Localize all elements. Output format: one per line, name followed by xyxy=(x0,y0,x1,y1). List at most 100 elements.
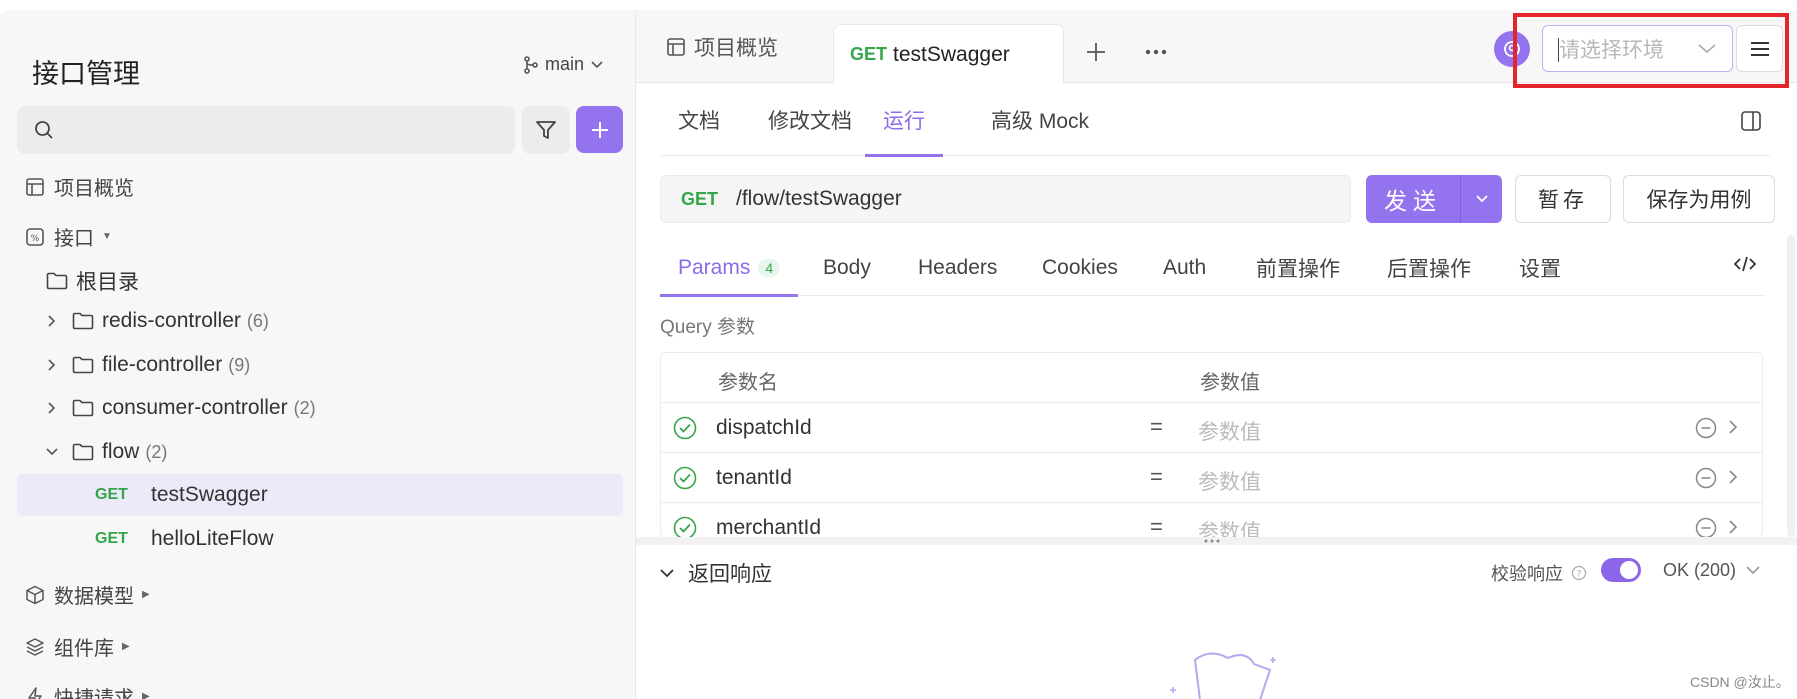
resize-handle[interactable] xyxy=(636,537,1797,545)
tree-folder[interactable]: redis-controller (6) xyxy=(42,309,269,333)
nav-label: 快捷请求 xyxy=(54,688,134,699)
cube-icon xyxy=(22,585,48,605)
caret-right-icon: ▶ xyxy=(122,641,130,652)
tab-body[interactable]: Body xyxy=(823,240,871,296)
branch-selector[interactable]: main xyxy=(524,54,603,75)
equals-sign: = xyxy=(1150,514,1163,538)
equals-sign: = xyxy=(1150,464,1163,489)
tab-label: testSwagger xyxy=(893,42,1010,66)
api-name: testSwagger xyxy=(151,483,268,506)
status-label: OK (200) xyxy=(1663,560,1737,580)
save-temp-button[interactable]: 暂存 xyxy=(1515,175,1611,223)
help-icon: ? xyxy=(1571,565,1587,581)
nav-data-models[interactable]: 数据模型 ▶ xyxy=(22,580,150,609)
check-circle-icon[interactable] xyxy=(673,466,697,496)
send-options-button[interactable] xyxy=(1460,175,1502,223)
search-input[interactable] xyxy=(17,106,515,154)
tree-folder[interactable]: consumer-controller (2) xyxy=(42,396,316,420)
tab-params[interactable]: Params 4 xyxy=(659,240,799,297)
plus-icon xyxy=(1087,43,1105,61)
svg-text:?: ? xyxy=(1577,570,1582,580)
save-as-case-button[interactable]: 保存为用例 xyxy=(1623,175,1775,223)
verify-toggle[interactable] xyxy=(1601,558,1641,582)
table-row: merchantId = 参数值 xyxy=(661,503,1762,538)
column-header-name: 参数名 xyxy=(718,372,778,394)
search-icon xyxy=(35,121,53,139)
nav-quick-requests[interactable]: 快捷请求 ▶ xyxy=(22,682,150,699)
chevron-down-icon xyxy=(1475,195,1488,203)
subtab-edit-doc[interactable]: 修改文档 xyxy=(768,84,852,156)
remove-circle-icon[interactable] xyxy=(1695,467,1717,495)
request-tabs: Params 4 Body Headers Cookies Auth 前置操作 … xyxy=(659,240,1765,297)
api-item-helloliteflow[interactable]: GET helloLiteFlow xyxy=(17,518,623,560)
toggle-panel-button[interactable] xyxy=(1740,110,1762,137)
more-tabs-button[interactable] xyxy=(1140,38,1172,66)
subtab-advanced-mock[interactable]: 高级 Mock xyxy=(991,84,1089,156)
add-button[interactable] xyxy=(576,106,623,153)
tab-settings[interactable]: 设置 xyxy=(1519,240,1561,296)
tab-project-overview[interactable]: 项目概览 xyxy=(666,10,778,83)
tab-auth[interactable]: Auth xyxy=(1163,240,1206,296)
response-header: 返回响应 校验响应 ? OK (200) xyxy=(660,550,1770,592)
param-value-input[interactable]: 参数值 xyxy=(1198,416,1261,446)
tab-pre-processors[interactable]: 前置操作 xyxy=(1256,240,1340,296)
remove-circle-icon[interactable] xyxy=(1695,517,1717,537)
nav-interfaces[interactable]: % 接口 ▼ xyxy=(22,222,112,251)
nav-label: 数据模型 xyxy=(54,586,134,608)
tree-label: 根目录 xyxy=(76,271,139,294)
column-header-value: 参数值 xyxy=(1200,372,1260,394)
doc-subtabs: 文档 修改文档 运行 高级 Mock xyxy=(660,84,1770,157)
empty-state-illustration xyxy=(1150,650,1320,699)
tab-cookies[interactable]: Cookies xyxy=(1042,240,1118,296)
param-name[interactable]: dispatchId xyxy=(716,416,812,440)
highlight-annotation-box xyxy=(1513,13,1789,88)
param-value-input[interactable]: 参数值 xyxy=(1198,466,1261,496)
caret-right-icon: ▶ xyxy=(142,691,150,699)
subtab-doc[interactable]: 文档 xyxy=(678,84,720,156)
lightning-icon xyxy=(22,686,48,699)
tab-post-processors[interactable]: 后置操作 xyxy=(1387,240,1471,296)
chevron-down-icon xyxy=(591,60,603,68)
param-value-input[interactable]: 参数值 xyxy=(1198,516,1261,537)
verify-label: 校验响应 xyxy=(1491,564,1563,584)
response-collapse-toggle[interactable]: 返回响应 xyxy=(660,558,772,588)
branch-name: main xyxy=(545,54,585,74)
subtab-run[interactable]: 运行 xyxy=(865,84,943,157)
response-status-select[interactable]: OK (200) xyxy=(1663,560,1760,581)
remove-circle-icon[interactable] xyxy=(1695,417,1717,445)
method-badge: GET xyxy=(95,486,128,503)
caret-right-icon: ▶ xyxy=(142,589,150,600)
tree-label: consumer-controller xyxy=(102,396,288,419)
chevron-right-icon[interactable] xyxy=(1728,417,1738,441)
chevron-down-icon xyxy=(42,448,62,456)
tab-label: 项目概览 xyxy=(694,36,778,60)
chevron-right-icon[interactable] xyxy=(1728,517,1738,537)
nav-label: 项目概览 xyxy=(54,178,134,200)
tree-folder[interactable]: file-controller (9) xyxy=(42,353,250,377)
new-tab-button[interactable] xyxy=(1082,38,1110,66)
tab-testswagger[interactable]: GET testSwagger xyxy=(833,24,1064,84)
tree-folder-expanded[interactable]: flow (2) xyxy=(42,440,167,464)
layout-icon xyxy=(22,177,48,197)
send-button[interactable]: 发送 xyxy=(1366,175,1460,223)
chevron-down-icon xyxy=(1746,566,1760,575)
check-circle-icon[interactable] xyxy=(673,416,697,446)
chevron-right-icon[interactable] xyxy=(1728,467,1738,491)
folder-icon xyxy=(72,312,94,330)
api-item-testswagger[interactable]: GET testSwagger xyxy=(17,474,623,516)
method-badge: GET xyxy=(95,530,128,547)
scrollbar[interactable] xyxy=(1787,235,1795,537)
chevron-down-icon xyxy=(660,568,674,577)
folder-icon xyxy=(46,272,68,290)
param-name[interactable]: merchantId xyxy=(716,516,821,537)
tree-root-folder[interactable]: 根目录 xyxy=(46,266,139,296)
url-input[interactable]: GET /flow/testSwagger xyxy=(660,175,1351,223)
check-circle-icon[interactable] xyxy=(673,516,697,537)
nav-project-overview[interactable]: 项目概览 xyxy=(22,172,134,201)
filter-button[interactable] xyxy=(522,106,570,154)
param-name[interactable]: tenantId xyxy=(716,466,792,490)
nav-label: 组件库 xyxy=(54,638,114,660)
code-button[interactable] xyxy=(1733,255,1757,278)
tab-headers[interactable]: Headers xyxy=(918,240,997,296)
nav-components[interactable]: 组件库 ▶ xyxy=(22,632,130,661)
